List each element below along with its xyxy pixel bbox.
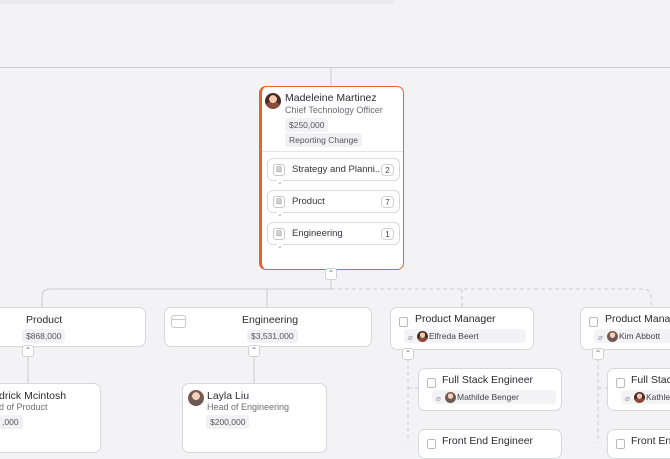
paperclip-icon: ⌀ xyxy=(598,333,603,342)
budget-chip: $3,531,000 xyxy=(247,329,298,343)
assigned-person-chip[interactable]: ⌀ Kathle xyxy=(621,390,670,404)
role-card-front-end-engineer[interactable]: Front End Engineer xyxy=(418,429,562,459)
role-icon xyxy=(427,439,436,449)
root-person-card[interactable]: Madeleine Martinez Chief Technology Offi… xyxy=(259,86,404,270)
assigned-person-name: Kathle xyxy=(646,392,670,402)
briefcase-icon: ▥ xyxy=(273,164,285,176)
collapse-role-toggle[interactable]: ⌃ xyxy=(592,348,604,360)
department-name: Product xyxy=(26,314,63,326)
role-icon xyxy=(589,317,598,327)
role-icon xyxy=(427,378,436,388)
paperclip-icon: ⌀ xyxy=(436,394,441,403)
role-title: Full Stack Engineer xyxy=(442,374,534,386)
role-icon xyxy=(616,378,625,388)
department-card-product[interactable]: Product $868,000 xyxy=(0,307,146,347)
salary-chip: $200,000 xyxy=(206,415,250,429)
role-title: Front En xyxy=(631,435,670,447)
budget-chip: $868,000 xyxy=(22,329,66,343)
person-title: Chief Technology Officer xyxy=(285,105,383,115)
assigned-person-name: Mathilde Benger xyxy=(457,392,519,402)
avatar xyxy=(634,391,645,403)
chevron-down-icon[interactable]: ⌄ xyxy=(277,211,283,218)
assigned-person-chip[interactable]: ⌀ Elfreda Beert xyxy=(404,329,526,343)
paperclip-icon: ⌀ xyxy=(625,394,630,403)
team-count: 2 xyxy=(381,164,394,176)
collapse-department-toggle[interactable]: ⌃ xyxy=(248,345,260,357)
person-name: Layla Liu xyxy=(207,390,250,402)
avatar xyxy=(265,93,281,109)
role-icon xyxy=(399,317,408,327)
role-title: Product Manag xyxy=(605,313,670,325)
role-title: Full Stac xyxy=(631,374,670,386)
paperclip-icon: ⌀ xyxy=(408,333,413,342)
team-row-engineering[interactable]: ▥ Engineering 1 ⌄ xyxy=(267,222,400,250)
chevron-down-icon[interactable]: ⌄ xyxy=(277,243,283,250)
person-name: drick Mcintosh xyxy=(0,390,67,402)
briefcase-icon: ▥ xyxy=(273,196,285,208)
chevron-down-icon[interactable]: ⌄ xyxy=(277,179,283,186)
role-title: Product Manager xyxy=(415,313,496,325)
collapse-department-toggle[interactable]: ⌃ xyxy=(22,345,34,357)
department-card-engineering[interactable]: Engineering $3,531,000 xyxy=(164,307,372,347)
department-name: Engineering xyxy=(242,314,299,326)
assigned-person-chip[interactable]: ⌀ Kim Abbott xyxy=(594,329,670,343)
role-card-full-stack-engineer[interactable]: Full Stack Engineer ⌀ Mathilde Benger xyxy=(418,368,562,411)
team-label: Strategy and Planni... xyxy=(292,164,383,175)
person-title: Head of Engineering xyxy=(207,402,290,412)
team-count: 1 xyxy=(381,228,394,240)
role-card-full-stack-engineer-2[interactable]: Full Stac ⌀ Kathle xyxy=(607,368,670,411)
reporting-change-badge[interactable]: Reporting Change xyxy=(285,133,362,147)
team-row-product[interactable]: ▥ Product 7 ⌄ xyxy=(267,190,400,218)
salary-chip: $250,000 xyxy=(285,118,329,132)
role-card-product-manager[interactable]: Product Manager ⌀ Elfreda Beert xyxy=(390,307,534,350)
team-label: Engineering xyxy=(292,228,343,239)
role-card-front-end-engineer-2[interactable]: Front En xyxy=(607,429,670,459)
collapse-root-toggle[interactable]: ⌃ xyxy=(325,268,337,280)
collapse-role-toggle[interactable]: ⌃ xyxy=(402,348,414,360)
card-divider xyxy=(262,151,403,152)
team-count: 7 xyxy=(381,196,394,208)
role-title: Front End Engineer xyxy=(442,435,534,447)
team-row-strategy[interactable]: ▥ Strategy and Planni... 2 ⌄ xyxy=(267,158,400,186)
avatar xyxy=(607,330,618,342)
person-title: d of Product xyxy=(0,402,48,412)
assigned-person-name: Kim Abbott xyxy=(619,331,661,341)
department-icon xyxy=(171,315,186,328)
salary-chip: ,000 xyxy=(0,415,23,429)
assigned-person-chip[interactable]: ⌀ Mathilde Benger xyxy=(432,390,556,404)
role-card-product-manager-2[interactable]: Product Manag ⌀ Kim Abbott xyxy=(580,307,670,350)
avatar xyxy=(445,391,456,403)
person-name: Madeleine Martinez xyxy=(285,92,377,104)
assigned-person-name: Elfreda Beert xyxy=(429,331,479,341)
avatar xyxy=(188,390,204,406)
avatar xyxy=(417,330,428,342)
team-label: Product xyxy=(292,196,325,207)
role-icon xyxy=(616,439,625,449)
briefcase-icon: ▥ xyxy=(273,228,285,240)
